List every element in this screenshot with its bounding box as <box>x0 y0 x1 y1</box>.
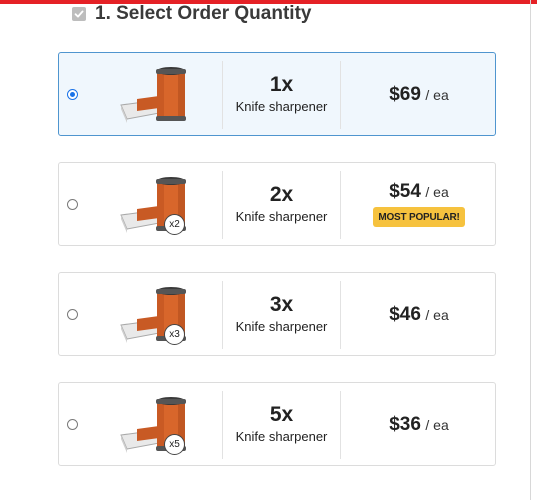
knife-sharpener-product-image <box>120 67 186 123</box>
quantity-column: 3x Knife sharpener <box>223 273 340 357</box>
quantity-option-2x[interactable]: x2 2x Knife sharpener $54 / ea MOST POPU… <box>58 162 496 246</box>
price-unit: / ea <box>425 417 449 433</box>
radio-button[interactable] <box>67 89 78 100</box>
quantity-badge: x2 <box>164 214 185 235</box>
checkbox-icon <box>72 7 86 21</box>
product-name: Knife sharpener <box>235 99 328 114</box>
price-line: $69 / ea <box>341 84 497 106</box>
quantity-label: 5x <box>269 403 294 426</box>
section-title: 1. Select Order Quantity <box>95 3 312 24</box>
price-column: $36 / ea <box>341 383 497 467</box>
quantity-label: 1x <box>269 73 294 96</box>
quantity-badge: x5 <box>164 434 185 455</box>
price-unit: / ea <box>425 87 449 103</box>
price-line: $54 / ea <box>341 181 497 203</box>
price-column: $46 / ea <box>341 273 497 357</box>
product-name: Knife sharpener <box>235 429 328 444</box>
price-line: $36 / ea <box>341 414 497 436</box>
quantity-option-1x[interactable]: 1x Knife sharpener $69 / ea <box>58 52 496 136</box>
product-name: Knife sharpener <box>235 319 328 334</box>
quantity-column: 2x Knife sharpener <box>223 163 340 247</box>
quantity-label: 2x <box>269 183 294 206</box>
quantity-label: 3x <box>269 293 294 316</box>
quantity-option-3x[interactable]: x3 3x Knife sharpener $46 / ea <box>58 272 496 356</box>
price-unit: / ea <box>425 307 449 323</box>
most-popular-badge: MOST POPULAR! <box>373 207 465 227</box>
product-name: Knife sharpener <box>235 209 328 224</box>
knife-sharpener-product-image <box>120 177 186 233</box>
knife-sharpener-product-image <box>120 397 186 453</box>
knife-sharpener-product-image <box>120 287 186 343</box>
unit-price: $46 <box>389 304 421 325</box>
price-unit: / ea <box>425 184 449 200</box>
unit-price: $36 <box>389 414 421 435</box>
radio-button[interactable] <box>67 419 78 430</box>
scrollbar-edge <box>530 0 531 500</box>
unit-price: $54 <box>389 181 421 202</box>
unit-price: $69 <box>389 84 421 105</box>
quantity-badge: x3 <box>164 324 185 345</box>
quantity-column: 1x Knife sharpener <box>223 53 340 137</box>
section-header: 1. Select Order Quantity <box>72 3 311 25</box>
price-column: $54 / ea MOST POPULAR! <box>341 163 497 247</box>
radio-button[interactable] <box>67 199 78 210</box>
price-line: $46 / ea <box>341 304 497 326</box>
quantity-column: 5x Knife sharpener <box>223 383 340 467</box>
quantity-option-5x[interactable]: x5 5x Knife sharpener $36 / ea <box>58 382 496 466</box>
price-column: $69 / ea <box>341 53 497 137</box>
radio-button[interactable] <box>67 309 78 320</box>
